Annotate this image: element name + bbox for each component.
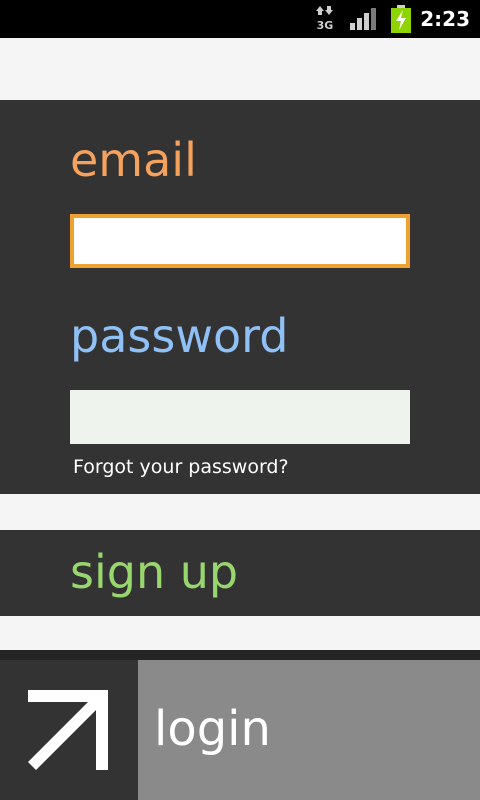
arrow-button[interactable] (0, 660, 138, 800)
3g-data-icon: 3G (316, 6, 334, 32)
status-clock: 2:23 (420, 7, 470, 31)
login-button[interactable]: login (138, 660, 480, 800)
password-label: password (70, 309, 289, 363)
login-form-panel: email password Forgot your password? (0, 100, 480, 494)
lower-spacer (0, 616, 480, 650)
middle-spacer (0, 494, 480, 530)
network-type-label: 3G (317, 19, 334, 32)
email-input[interactable] (70, 214, 410, 268)
top-spacer (0, 38, 480, 100)
login-label: login (154, 701, 271, 757)
signal-strength-icon (350, 8, 376, 30)
sign-up-button[interactable]: sign up (0, 530, 480, 616)
status-bar: 3G 2:23 (0, 0, 480, 38)
battery-charging-icon (391, 5, 411, 33)
bottom-action-bar: login (0, 650, 480, 800)
email-label: email (70, 133, 197, 187)
bottom-bar-divider (0, 650, 480, 660)
arrow-up-right-icon (28, 690, 108, 770)
sign-up-label: sign up (70, 545, 239, 599)
password-input[interactable] (70, 390, 410, 444)
forgot-password-link[interactable]: Forgot your password? (73, 454, 289, 480)
